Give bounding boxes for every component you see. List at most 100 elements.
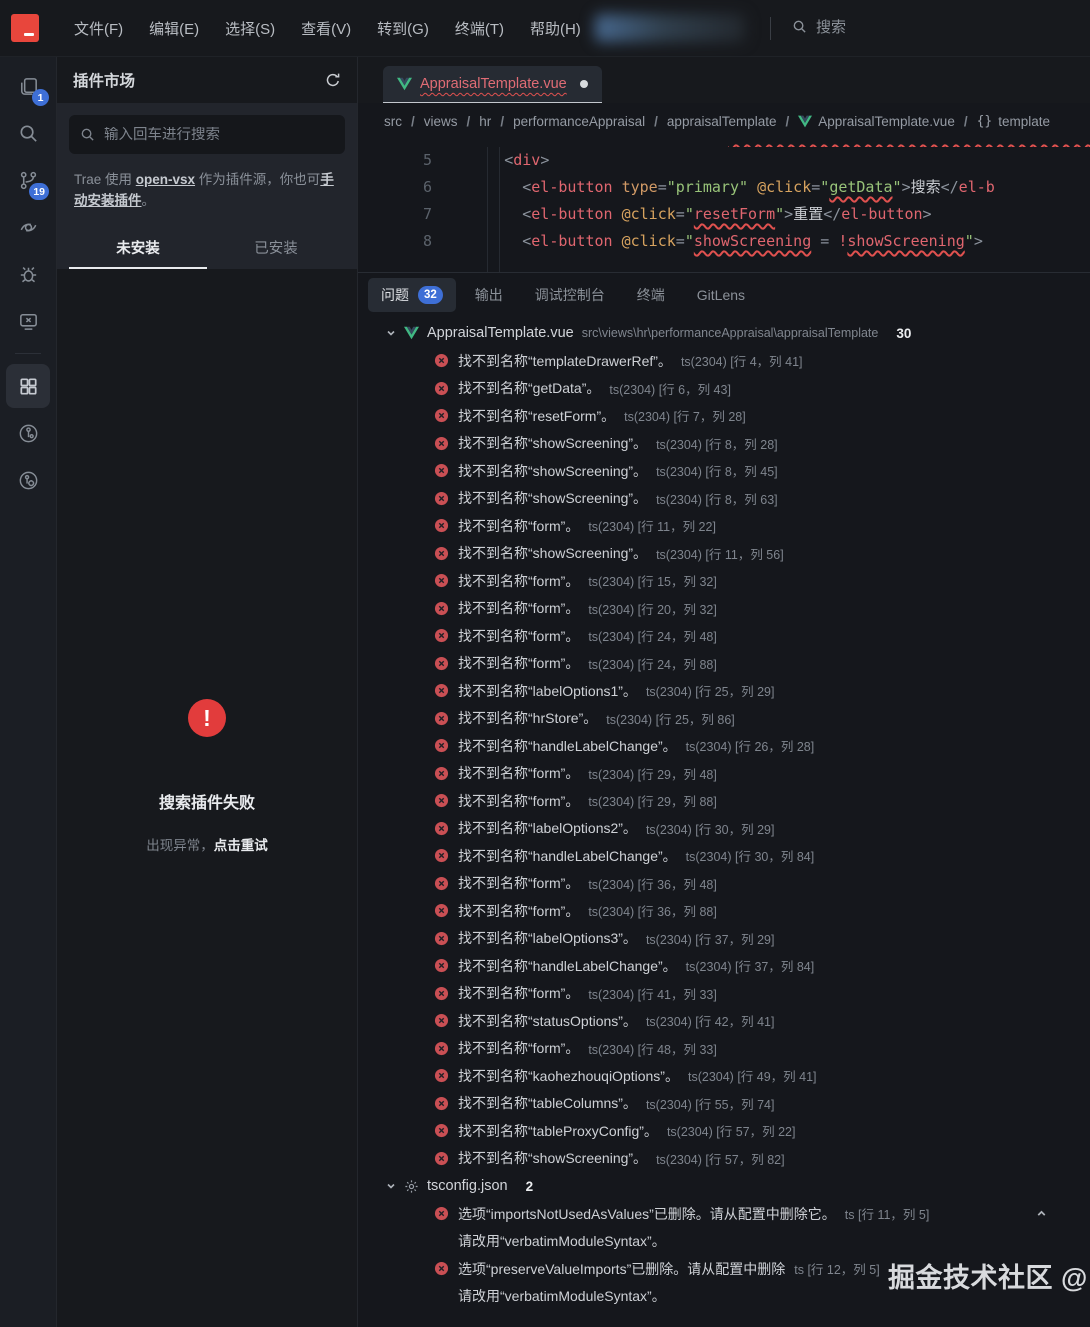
breadcrumb-item[interactable]: src bbox=[384, 114, 402, 129]
problem-message: 选项“preserveValueImports”已删除。请从配置中删除 bbox=[458, 1259, 785, 1279]
menu-item[interactable]: 终端(T) bbox=[442, 12, 517, 45]
problem-row[interactable]: 找不到名称“tableColumns”。ts(2304) [行 55，列 74] bbox=[358, 1090, 1090, 1118]
problem-row[interactable]: 找不到名称“form”。ts(2304) [行 20，列 32] bbox=[358, 595, 1090, 623]
breadcrumb-item[interactable]: views bbox=[424, 114, 458, 129]
refresh-button[interactable] bbox=[325, 72, 341, 88]
plugin-tab[interactable]: 已安装 bbox=[207, 226, 345, 269]
problem-message: 找不到名称“handleLabelChange”。 bbox=[458, 956, 677, 976]
activity-search[interactable] bbox=[6, 111, 50, 155]
activity-debug[interactable] bbox=[6, 252, 50, 296]
breadcrumb-separator: / bbox=[785, 114, 789, 129]
panel-tab[interactable]: 调试控制台 bbox=[522, 278, 618, 312]
problem-message: 找不到名称“form”。 bbox=[458, 516, 579, 536]
plugin-search-input[interactable] bbox=[104, 127, 334, 143]
problem-row[interactable]: 找不到名称“showScreening”。ts(2304) [行 11，列 56… bbox=[358, 540, 1090, 568]
plugin-tab[interactable]: 未安装 bbox=[69, 226, 207, 269]
breadcrumb-item[interactable]: {}template bbox=[977, 114, 1050, 129]
panel-tab[interactable]: 输出 bbox=[462, 278, 516, 312]
panel-tab[interactable]: 终端 bbox=[624, 278, 678, 312]
problem-row[interactable]: 找不到名称“handleLabelChange”。ts(2304) [行 26，… bbox=[358, 732, 1090, 760]
problem-row[interactable]: 找不到名称“form”。ts(2304) [行 29，列 88] bbox=[358, 787, 1090, 815]
problem-row[interactable]: 找不到名称“form”。ts(2304) [行 24，列 48] bbox=[358, 622, 1090, 650]
code-line[interactable]: 5 <div> bbox=[358, 147, 1090, 174]
error-icon bbox=[434, 1068, 449, 1083]
problem-row[interactable]: 找不到名称“templateDrawerRef”。ts(2304) [行 4，列… bbox=[358, 347, 1090, 375]
menu-item[interactable]: 帮助(H) bbox=[517, 12, 594, 45]
activity-plugin-settings[interactable] bbox=[6, 458, 50, 502]
problem-row[interactable]: 找不到名称“form”。ts(2304) [行 11，列 22] bbox=[358, 512, 1090, 540]
error-icon bbox=[434, 573, 449, 588]
problem-row[interactable]: 找不到名称“form”。ts(2304) [行 36，列 48] bbox=[358, 870, 1090, 898]
extensions-icon bbox=[17, 375, 40, 398]
problems-file-group[interactable]: AppraisalTemplate.vuesrc\views\hr\perfor… bbox=[358, 319, 1090, 347]
plugin-search-box[interactable] bbox=[69, 115, 345, 154]
chevron-up-icon[interactable] bbox=[1035, 1207, 1048, 1220]
retry-link[interactable]: 点击重试 bbox=[214, 838, 268, 853]
problem-row[interactable]: 找不到名称“showScreening”。ts(2304) [行 57，列 82… bbox=[358, 1145, 1090, 1173]
tab-appraisal-template[interactable]: AppraisalTemplate.vue bbox=[383, 66, 602, 103]
problem-row[interactable]: 找不到名称“showScreening”。ts(2304) [行 8，列 63] bbox=[358, 485, 1090, 513]
menu-item[interactable]: 转到(G) bbox=[364, 12, 442, 45]
problem-row[interactable]: 找不到名称“tableProxyConfig”。ts(2304) [行 57，列… bbox=[358, 1117, 1090, 1145]
problem-row[interactable]: 找不到名称“form”。ts(2304) [行 15，列 32] bbox=[358, 567, 1090, 595]
group-path: src\views\hr\performanceAppraisal\apprai… bbox=[582, 326, 879, 340]
problem-row[interactable]: 找不到名称“labelOptions3”。ts(2304) [行 37，列 29… bbox=[358, 925, 1090, 953]
problem-row[interactable]: 找不到名称“form”。ts(2304) [行 41，列 33] bbox=[358, 980, 1090, 1008]
app-logo[interactable] bbox=[11, 14, 39, 42]
code-line[interactable]: 6 <el-button type="primary" @click="getD… bbox=[358, 174, 1090, 201]
problem-message: 找不到名称“form”。 bbox=[458, 571, 579, 591]
problem-message: 找不到名称“form”。 bbox=[458, 901, 579, 921]
problem-row[interactable]: 找不到名称“labelOptions2”。ts(2304) [行 30，列 29… bbox=[358, 815, 1090, 843]
tab-filename: AppraisalTemplate.vue bbox=[420, 76, 567, 92]
error-icon bbox=[434, 738, 449, 753]
problem-row[interactable]: 找不到名称“form”。ts(2304) [行 29，列 48] bbox=[358, 760, 1090, 788]
problem-row[interactable]: 找不到名称“resetForm”。ts(2304) [行 7，列 28] bbox=[358, 402, 1090, 430]
breadcrumb-item[interactable]: hr bbox=[479, 114, 491, 129]
activity-explorer[interactable]: 1 bbox=[6, 64, 50, 108]
menu-item[interactable]: 查看(V) bbox=[288, 12, 364, 45]
menu-item[interactable]: 文件(F) bbox=[61, 12, 136, 45]
error-subtitle-text: 出现异常， bbox=[146, 838, 214, 853]
problem-message: 找不到名称“showScreening”。 bbox=[458, 461, 647, 481]
problem-row[interactable]: 找不到名称“form”。ts(2304) [行 48，列 33] bbox=[358, 1035, 1090, 1063]
problems-file-group[interactable]: tsconfig.json2 bbox=[358, 1172, 1090, 1200]
problem-message: 找不到名称“statusOptions”。 bbox=[458, 1011, 637, 1031]
problem-row[interactable]: 找不到名称“getData”。ts(2304) [行 6，列 43] bbox=[358, 375, 1090, 403]
problem-row[interactable]: 找不到名称“handleLabelChange”。ts(2304) [行 37，… bbox=[358, 952, 1090, 980]
problem-row[interactable]: 找不到名称“form”。ts(2304) [行 24，列 88] bbox=[358, 650, 1090, 678]
titlebar-search[interactable]: 搜索 bbox=[792, 16, 846, 37]
problems-count-badge: 32 bbox=[418, 286, 443, 304]
activity-timeline[interactable] bbox=[6, 411, 50, 455]
breadcrumb-item[interactable]: appraisalTemplate bbox=[667, 114, 777, 129]
panel-tab[interactable]: GitLens bbox=[684, 280, 758, 310]
code-line[interactable]: 8 <el-button @click="showScreening = !sh… bbox=[358, 228, 1090, 255]
menu-item[interactable]: 选择(S) bbox=[212, 12, 288, 45]
code-text: <el-button @click="resetForm">重置</el-but… bbox=[432, 201, 932, 228]
problem-row[interactable]: 找不到名称“showScreening”。ts(2304) [行 8，列 28] bbox=[358, 430, 1090, 458]
problem-row[interactable]: 找不到名称“form”。ts(2304) [行 36，列 88] bbox=[358, 897, 1090, 925]
problem-row[interactable]: 找不到名称“showScreening”。ts(2304) [行 8，列 45] bbox=[358, 457, 1090, 485]
problem-message: 找不到名称“tableColumns”。 bbox=[458, 1093, 637, 1113]
problem-detail-row[interactable]: 请改用“verbatimModuleSyntax”。 bbox=[358, 1228, 1090, 1256]
problem-row[interactable]: 找不到名称“labelOptions1”。ts(2304) [行 25，列 29… bbox=[358, 677, 1090, 705]
indent-guide bbox=[487, 147, 488, 272]
code-editor[interactable]: xxxxxxxxxxxxxxxxxxxxxxxxxxxxxxxxxxxxxxxx… bbox=[358, 139, 1090, 272]
problem-message: 找不到名称“form”。 bbox=[458, 983, 579, 1003]
problem-row[interactable]: 找不到名称“kaohezhouqiOptions”。ts(2304) [行 49… bbox=[358, 1062, 1090, 1090]
activity-preview[interactable] bbox=[6, 205, 50, 249]
activity-extensions[interactable] bbox=[6, 364, 50, 408]
error-icon bbox=[434, 903, 449, 918]
activity-terminal-remote[interactable] bbox=[6, 299, 50, 343]
breadcrumb-item[interactable]: AppraisalTemplate.vue bbox=[798, 114, 955, 129]
problem-row[interactable]: 找不到名称“statusOptions”。ts(2304) [行 42，列 41… bbox=[358, 1007, 1090, 1035]
collapse-button[interactable] bbox=[1035, 1207, 1048, 1220]
code-line[interactable]: 7 <el-button @click="resetForm">重置</el-b… bbox=[358, 201, 1090, 228]
menu-item[interactable]: 编辑(E) bbox=[136, 12, 212, 45]
open-vsx-link[interactable]: open-vsx bbox=[136, 172, 195, 187]
problem-row[interactable]: 找不到名称“handleLabelChange”。ts(2304) [行 30，… bbox=[358, 842, 1090, 870]
activity-source-control[interactable]: 19 bbox=[6, 158, 50, 202]
panel-tab[interactable]: 问题32 bbox=[368, 278, 456, 312]
problem-row[interactable]: 选项“importsNotUsedAsValues”已删除。请从配置中删除它。t… bbox=[358, 1200, 1090, 1228]
breadcrumb-item[interactable]: performanceAppraisal bbox=[513, 114, 645, 129]
problem-row[interactable]: 找不到名称“hrStore”。ts(2304) [行 25，列 86] bbox=[358, 705, 1090, 733]
